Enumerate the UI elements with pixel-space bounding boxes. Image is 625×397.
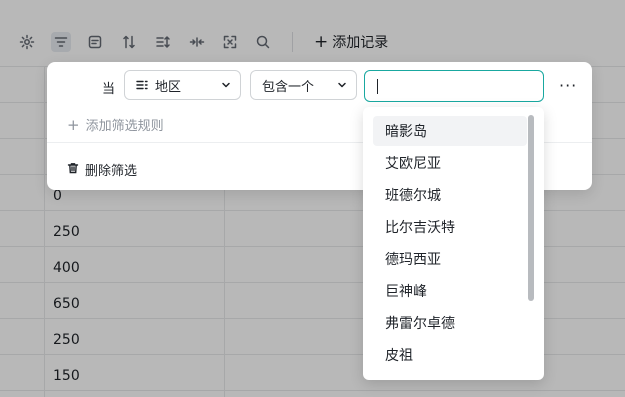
trash-icon [67, 162, 79, 178]
single-select-field-icon [135, 78, 149, 92]
add-filter-rule-label: 添加筛选规则 [85, 119, 164, 134]
when-label: 当 [102, 82, 116, 97]
option-item[interactable]: 皮祖 [373, 340, 527, 370]
text-cursor [377, 79, 378, 94]
delete-filter-label: 删除筛选 [85, 164, 138, 179]
option-item[interactable]: 班德尔城 [373, 180, 527, 210]
option-item[interactable]: 巨神峰 [373, 276, 527, 306]
option-item[interactable]: 暗影岛 [373, 116, 527, 146]
more-options-button[interactable]: ··· [559, 76, 577, 95]
option-item[interactable]: 弗雷尔卓德 [373, 308, 527, 338]
option-item[interactable]: 艾欧尼亚 [373, 148, 527, 178]
delete-filter-button[interactable]: 删除筛选 [67, 160, 137, 179]
option-item[interactable]: 德玛西亚 [373, 244, 527, 274]
option-dropdown: 暗影岛 艾欧尼亚 班德尔城 比尔吉沃特 德玛西亚 巨神峰 弗雷尔卓德 皮祖 [363, 107, 544, 380]
dropdown-scrollbar[interactable] [528, 115, 534, 301]
add-filter-rule-button[interactable]: + 添加筛选规则 [67, 115, 164, 135]
chevron-down-icon [337, 79, 347, 89]
chevron-down-icon [221, 79, 231, 89]
field-select[interactable]: 地区 [124, 70, 241, 100]
operator-select[interactable]: 包含一个 [250, 70, 357, 100]
filter-value-input[interactable] [364, 70, 544, 102]
option-item[interactable]: 比尔吉沃特 [373, 212, 527, 242]
plus-icon: + [67, 115, 80, 134]
field-select-value: 地区 [155, 79, 182, 95]
operator-select-value: 包含一个 [262, 79, 315, 95]
